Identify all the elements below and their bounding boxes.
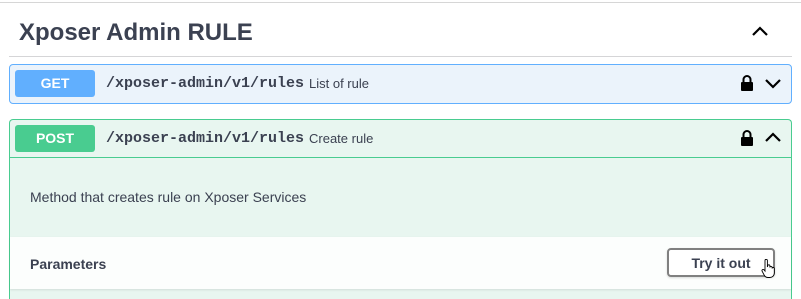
opblock-post-rules: POST /xposer-admin/v1/rules Create rule … [9, 119, 792, 299]
method-badge: GET [15, 70, 95, 97]
opblock-summary[interactable]: GET /xposer-admin/v1/rules List of rule [10, 65, 791, 103]
lock-icon[interactable] [740, 74, 754, 92]
opblock-summary[interactable]: POST /xposer-admin/v1/rules Create rule [10, 120, 791, 158]
endpoint-summary: Create rule [309, 131, 374, 146]
top-divider [0, 2, 801, 3]
try-it-out-button[interactable]: Try it out [667, 248, 775, 277]
method-badge: POST [15, 125, 95, 152]
parameters-header: Parameters Try it out [10, 237, 791, 289]
endpoint-path: /xposer-admin/v1/rules [106, 75, 305, 92]
chevron-down-icon[interactable] [763, 74, 783, 92]
chevron-up-icon[interactable] [747, 18, 773, 44]
parameters-title: Parameters [30, 256, 107, 272]
opblock-get-rules: GET /xposer-admin/v1/rules List of rule [9, 64, 792, 104]
chevron-up-icon[interactable] [763, 129, 783, 147]
endpoint-summary: List of rule [309, 76, 369, 91]
section-title: Xposer Admin RULE [19, 19, 253, 46]
endpoint-path: /xposer-admin/v1/rules [106, 130, 305, 147]
tag-section-header[interactable]: Xposer Admin RULE [9, 4, 792, 57]
lock-icon[interactable] [740, 129, 754, 147]
operation-description: Method that creates rule on Xposer Servi… [30, 189, 307, 205]
